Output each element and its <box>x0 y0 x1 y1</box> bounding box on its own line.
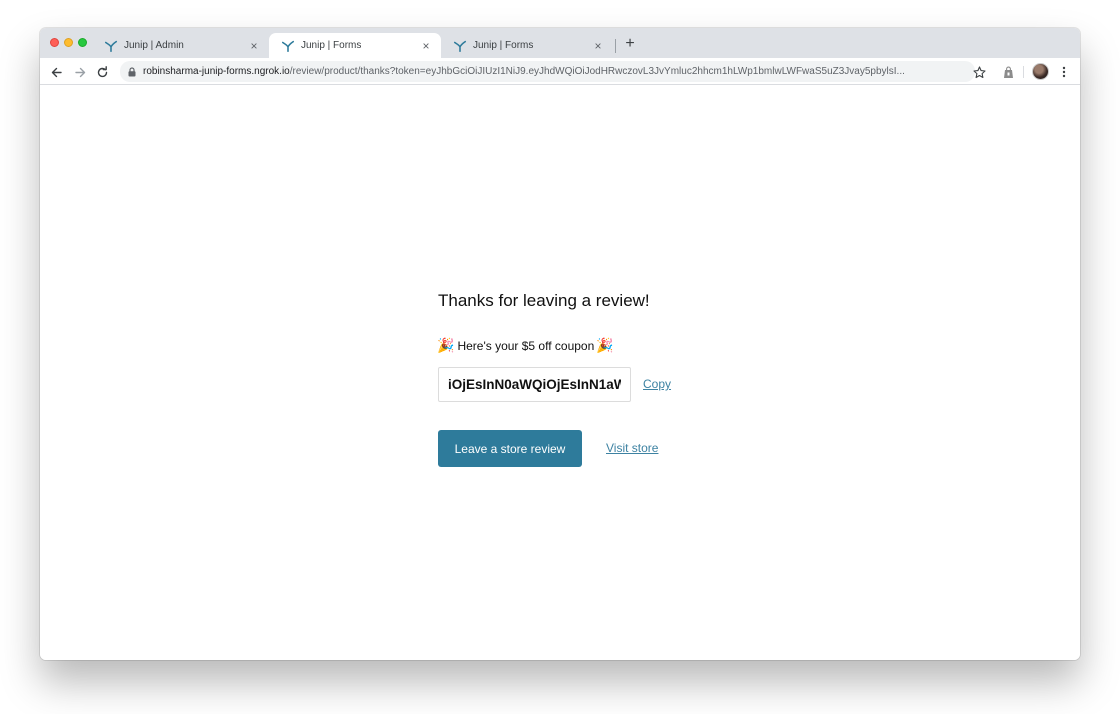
url-path: /review/product/thanks?token=eyJhbGciOiJ… <box>289 66 905 77</box>
forward-button[interactable] <box>72 64 88 80</box>
profile-avatar[interactable] <box>1032 63 1049 80</box>
browser-window: Junip | Admin × Junip | Forms × Junip | … <box>40 28 1080 660</box>
url-host: robinsharma-junip-forms.ngrok.io <box>143 66 290 77</box>
bookmark-button[interactable] <box>971 64 987 80</box>
leave-store-review-button[interactable]: Leave a store review <box>438 430 582 467</box>
star-icon <box>972 65 986 78</box>
extension-icon <box>1003 66 1013 78</box>
coupon-code-box <box>438 367 631 402</box>
junip-logo-icon <box>104 40 118 52</box>
arrow-right-icon <box>74 67 85 77</box>
visit-store-link[interactable]: Visit store <box>606 441 658 455</box>
junip-logo-icon <box>453 40 467 52</box>
coupon-text: Here's your $5 off coupon <box>457 339 595 353</box>
tab-junip-forms[interactable]: Junip | Forms × <box>441 33 613 58</box>
coupon-message: 🎉 Here's your $5 off coupon 🎉 <box>437 339 614 353</box>
kebab-menu-icon <box>1062 66 1066 78</box>
extension-button[interactable] <box>1000 64 1016 80</box>
url-text: robinsharma-junip-forms.ngrok.io/review/… <box>143 66 963 77</box>
tab-strip: Junip | Admin × Junip | Forms × Junip | … <box>40 28 1080 58</box>
party-popper-icon: 🎉 <box>596 338 614 354</box>
tab-title: Junip | Forms <box>473 40 534 51</box>
coupon-code-field[interactable] <box>448 377 621 392</box>
reload-icon <box>97 65 107 77</box>
arrow-left-icon <box>51 67 62 77</box>
party-popper-icon: 🎉 <box>437 338 455 354</box>
toolbar-divider <box>1023 66 1024 78</box>
address-bar[interactable]: robinsharma-junip-forms.ngrok.io/review/… <box>120 61 975 82</box>
junip-logo-icon <box>281 40 295 52</box>
browser-toolbar: robinsharma-junip-forms.ngrok.io/review/… <box>40 58 1080 85</box>
tab-close-icon[interactable]: × <box>247 39 261 53</box>
new-tab-button[interactable]: + <box>622 36 638 52</box>
reload-button[interactable] <box>94 64 110 80</box>
minimize-window-button[interactable] <box>64 38 73 47</box>
back-button[interactable] <box>48 64 64 80</box>
copy-coupon-link[interactable]: Copy <box>643 377 671 391</box>
tab-close-icon[interactable]: × <box>591 39 605 53</box>
tab-close-icon[interactable]: × <box>419 39 433 53</box>
tab-title: Junip | Admin <box>124 40 184 51</box>
menu-button[interactable] <box>1056 64 1072 80</box>
close-window-button[interactable] <box>50 38 59 47</box>
tab-title: Junip | Forms <box>301 40 362 51</box>
page-title: Thanks for leaving a review! <box>438 291 650 310</box>
maximize-window-button[interactable] <box>78 38 87 47</box>
lock-icon <box>128 66 136 76</box>
tab-separator <box>615 39 616 53</box>
tab-junip-forms-active[interactable]: Junip | Forms × <box>269 33 441 58</box>
tab-junip-admin[interactable]: Junip | Admin × <box>92 33 269 58</box>
page-content: Thanks for leaving a review! 🎉 Here's yo… <box>40 85 1080 660</box>
